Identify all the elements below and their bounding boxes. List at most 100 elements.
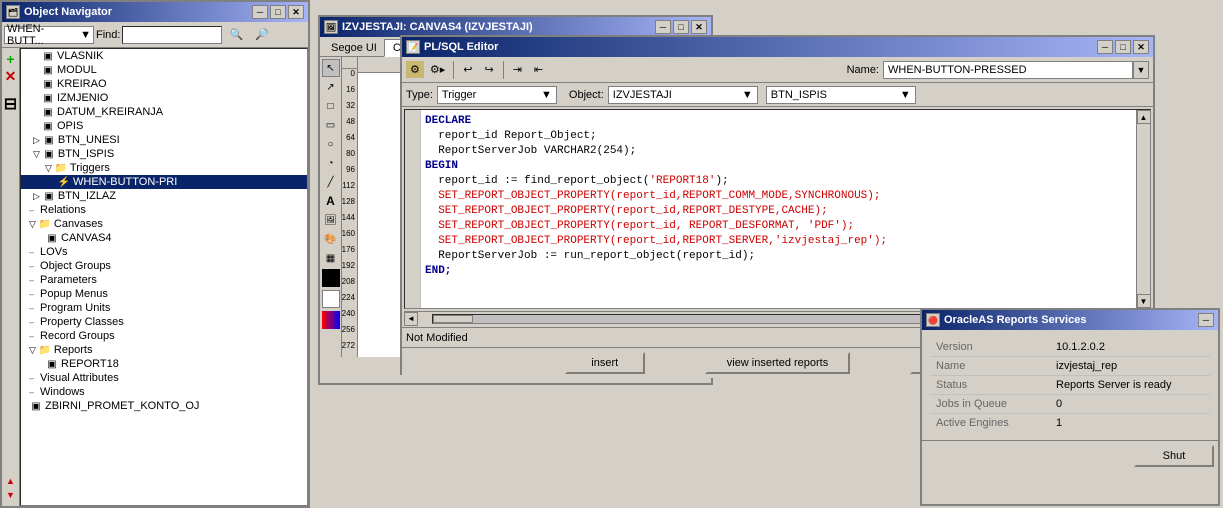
tree-item-kreirao[interactable]: ▣KREIRAO [21,77,307,91]
tree-item-btn-unesi[interactable]: ▷▣BTN_UNESI [21,133,307,147]
plsql-maximize[interactable]: □ [1115,40,1131,54]
indent-btn[interactable]: ⇥ [508,61,527,78]
tree-item-report18[interactable]: ▣REPORT18 [21,357,307,371]
tree-item-lovs[interactable]: –LOVs [21,245,307,259]
izmjenio-icon: ▣ [41,92,55,104]
tree-item-izmjenio[interactable]: ▣IZMJENIO [21,91,307,105]
select-tool[interactable]: ↖ [322,59,340,77]
plsql-title: PL/SQL Editor [424,41,498,53]
color-gradient[interactable] [322,311,340,329]
oracle-minimize[interactable]: ─ [1198,313,1214,327]
tree-item-datum[interactable]: ▣DATUM_KREIRANJA [21,105,307,119]
find-btn[interactable]: 🔍 [224,26,248,43]
code-line-11: END; [425,264,1132,279]
obj-nav-close[interactable]: ✕ [288,5,304,19]
tree-item-modul[interactable]: ▣MODUL [21,63,307,77]
text-tool[interactable]: A [322,192,340,210]
oracle-row-status: Status Reports Server is ready [930,376,1210,395]
tree-item-canvas4[interactable]: ▣CANVAS4 [21,231,307,245]
status-value: Reports Server is ready [1050,376,1210,395]
collapse-btn[interactable]: ⊟ [4,98,18,112]
nav-down-btn[interactable]: ▼ [4,488,18,502]
tree-item-visual-attributes[interactable]: –Visual Attributes [21,371,307,385]
scrollbar-v[interactable]: ▲ ▼ [1136,110,1150,308]
obj-nav-minimize[interactable]: ─ [252,5,268,19]
code-editor[interactable]: DECLARE report_id Report_Object; ReportS… [421,110,1136,308]
compile-btn[interactable]: ⚙ [406,61,424,78]
shut-btn[interactable]: Shut [1134,445,1214,467]
tree-item-object-groups[interactable]: –Object Groups [21,259,307,273]
tree-item-opis[interactable]: ▣OPIS [21,119,307,133]
tree-item-windows[interactable]: –Windows [21,385,307,399]
pattern-tool[interactable]: ▦ [322,249,340,267]
tree-item-parameters[interactable]: –Parameters [21,273,307,287]
tree-item-when-button[interactable]: ⚡WHEN-BUTTON-PRI [21,175,307,189]
tree-item-reports[interactable]: ▽📁Reports [21,343,307,357]
view-inserted-btn[interactable]: view inserted reports [705,352,851,374]
canvas-titlebar: 🖼 IZVJESTAJI: CANVAS4 (IZVJESTAJI) ─ □ ✕ [320,17,711,37]
plsql-close[interactable]: ✕ [1133,40,1149,54]
engines-value: 1 [1050,414,1210,433]
type-dropdown[interactable]: Trigger ▼ [437,86,557,104]
tree-item-popup-menus[interactable]: –Popup Menus [21,287,307,301]
arc-tool[interactable]: ◔ [322,154,340,172]
scroll-thumb-h[interactable] [433,315,473,323]
insert-btn[interactable]: insert [565,352,645,374]
tree-item-vlasnik[interactable]: ▣VLASNIK [21,49,307,63]
rounded-rect-tool[interactable]: ▭ [322,116,340,134]
obj-nav-maximize[interactable]: □ [270,5,286,19]
circle-tool[interactable]: ○ [322,135,340,153]
obj-nav-icon: 🗂 [6,5,20,19]
obj-nav-content: + ✕ ⊟ ▲ ▼ ▣VLASNIK ▣MODUL ▣KREIRAO ▣IZMJ… [2,48,308,506]
tree-item-triggers[interactable]: ▽📁Triggers [21,161,307,175]
tree-item-relations[interactable]: –Relations [21,203,307,217]
canvas-close[interactable]: ✕ [691,20,707,34]
btn-izlaz-icon: ▣ [42,190,56,202]
tree-item-zbirni[interactable]: ▣ZBIRNI_PROMET_KONTO_OJ [21,399,307,413]
scroll-up-arrow[interactable]: ▲ [1137,110,1151,124]
name-label-oracle: Name [930,357,1050,376]
object-dropdown[interactable]: IZVJESTAJI ▼ [608,86,758,104]
tree-item-btn-izlaz[interactable]: ▷▣BTN_IZLAZ [21,189,307,203]
name-input[interactable] [883,61,1133,79]
obj-nav-tree[interactable]: ▣VLASNIK ▣MODUL ▣KREIRAO ▣IZMJENIO ▣DATU… [20,48,308,506]
name-value: izvjestaj_rep [1050,357,1210,376]
add-btn[interactable]: + [4,52,18,66]
nav-up-btn[interactable]: ▲ [4,474,18,488]
canvas-minimize[interactable]: ─ [655,20,671,34]
canvas-title: IZVJESTAJI: CANVAS4 (IZVJESTAJI) [342,21,533,33]
tree-item-property-classes[interactable]: –Property Classes [21,315,307,329]
oracle-icon: 🔴 [926,313,940,327]
datum-icon: ▣ [41,106,55,118]
plsql-minimize[interactable]: ─ [1097,40,1113,54]
tree-item-canvases[interactable]: ▽📁Canvases [21,217,307,231]
object-dropdown-2[interactable]: BTN_ISPIS ▼ [766,86,916,104]
redo-btn[interactable]: ↪ [479,61,498,78]
oracle-row-name: Name izvjestaj_rep [930,357,1210,376]
tree-item-program-units[interactable]: –Program Units [21,301,307,315]
line-tool[interactable]: ╱ [322,173,340,191]
find-input[interactable] [122,26,222,44]
oracle-row-engines: Active Engines 1 [930,414,1210,433]
pointer-tool[interactable]: ↗ [322,78,340,96]
canvas-maximize[interactable]: □ [673,20,689,34]
tree-item-btn-ispis[interactable]: ▽▣BTN_ISPIS [21,147,307,161]
scroll-left-arrow[interactable]: ◄ [404,312,418,326]
name-dropdown[interactable]: ▼ [1133,61,1149,79]
image-tool[interactable]: 🖼 [322,211,340,229]
code-line-4: BEGIN [425,159,1132,174]
color-tool[interactable]: 🎨 [322,230,340,248]
obj-nav-dropdown[interactable]: WHEN-BUTT... ▼ [4,26,94,44]
color-black[interactable] [322,269,340,287]
outdent-btn[interactable]: ⇤ [529,61,548,78]
delete-btn[interactable]: ✕ [4,69,18,83]
tree-item-record-groups[interactable]: –Record Groups [21,329,307,343]
type-label: Type: [406,89,433,101]
compile-all-btn[interactable]: ⚙▸ [426,61,449,78]
scroll-down-arrow[interactable]: ▼ [1137,294,1151,308]
color-white[interactable] [322,290,340,308]
modul-icon: ▣ [41,64,55,76]
rectangle-tool[interactable]: □ [322,97,340,115]
undo-btn[interactable]: ↩ [458,61,477,78]
find-all-btn[interactable]: 🔎 [250,26,274,43]
